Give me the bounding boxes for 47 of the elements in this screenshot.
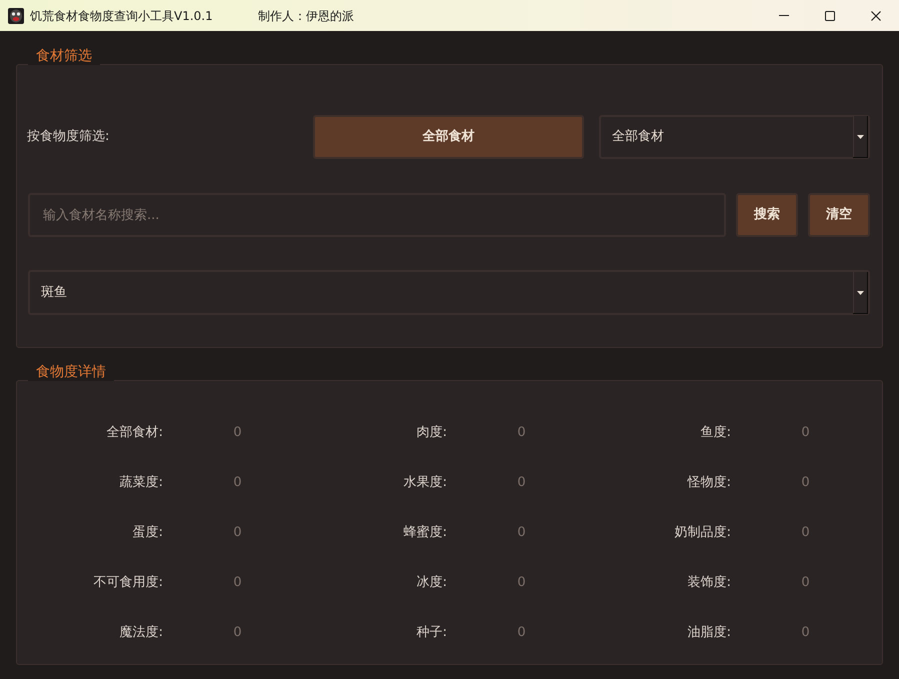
group-title: 食材筛选: [28, 47, 100, 65]
caret-icon[interactable]: [853, 116, 868, 158]
stat-value: 0: [516, 524, 527, 542]
clear-button[interactable]: 清空: [808, 193, 870, 237]
stat-label: 肉度:: [416, 424, 447, 442]
stat-label: 蜂蜜度:: [402, 524, 447, 542]
stat-label: 水果度:: [402, 474, 447, 492]
stat-label: 全部食材:: [106, 424, 163, 442]
stat-value: 0: [800, 574, 811, 592]
group-title: 食物度详情: [28, 363, 114, 381]
stat-value: 0: [516, 574, 527, 592]
close-icon: [871, 10, 881, 20]
stat-value: 0: [800, 424, 811, 442]
stat-value: 0: [232, 474, 243, 492]
stat-label: 怪物度:: [686, 474, 731, 492]
stat-label: 装饰度:: [686, 574, 731, 592]
search-field[interactable]: 输入食材名称搜索...: [28, 193, 726, 237]
stat-label: 魔法度:: [118, 624, 163, 642]
maximize-icon: [825, 10, 835, 20]
author-label: 制作人：伊恩的派: [258, 8, 354, 24]
stat-value: 0: [516, 424, 527, 442]
stat-label: 鱼度:: [700, 424, 731, 442]
category-button[interactable]: 全部食材: [313, 115, 584, 159]
stat-label: 蔬菜度:: [118, 474, 163, 492]
stat-label: 不可食用度:: [92, 574, 163, 592]
stat-value: 0: [232, 574, 243, 592]
minimize-icon: [779, 15, 789, 16]
stat-label: 奶制品度:: [674, 524, 731, 542]
stat-value: 0: [516, 474, 527, 492]
stat-label: 种子:: [416, 624, 447, 642]
category-dropdown[interactable]: 全部食材: [599, 115, 870, 159]
stat-value: 0: [800, 624, 811, 642]
stat-value: 0: [232, 524, 243, 542]
stat-value: 0: [232, 424, 243, 442]
search-button[interactable]: 搜索: [736, 193, 798, 237]
window-title: 饥荒食材食物度查询小工具V1.0.1: [30, 8, 214, 24]
stat-label: 蛋度:: [132, 524, 163, 542]
stat-value: 0: [800, 474, 811, 492]
stat-label: 油脂度:: [686, 624, 731, 642]
stat-value: 0: [516, 624, 527, 642]
ingredient-dropdown[interactable]: 斑鱼: [28, 270, 870, 315]
caret-icon[interactable]: [853, 272, 868, 314]
stat-value: 0: [800, 524, 811, 542]
filter-label: 按食物度筛选:: [27, 128, 110, 146]
stat-label: 冰度:: [416, 574, 447, 592]
monster-face-icon: [8, 8, 24, 24]
stat-value: 0: [232, 624, 243, 642]
